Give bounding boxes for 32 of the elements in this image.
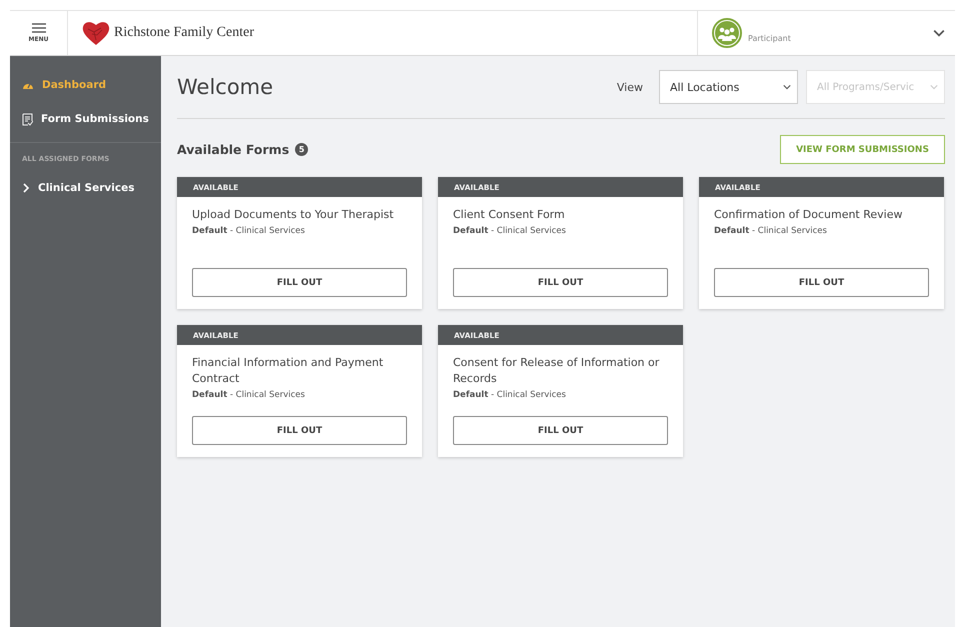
fill-out-button[interactable]: FILL OUT [453, 268, 668, 297]
form-title: Financial Information and Payment Contract [192, 355, 384, 387]
form-title: Confirmation of Document Review [714, 207, 904, 223]
chevron-right-icon [22, 183, 30, 193]
form-subtitle: Default - Clinical Services [453, 390, 567, 400]
chevron-down-icon [930, 83, 938, 91]
form-subtitle: Default - Clinical Services [453, 226, 567, 236]
fill-out-button[interactable]: FILL OUT [714, 268, 929, 297]
menu-icon [32, 23, 46, 33]
count-badge: 5 [295, 143, 308, 156]
form-subtitle: Default - Clinical Services [714, 226, 828, 236]
chevron-down-icon [933, 27, 945, 39]
form-title: Client Consent Form [453, 207, 566, 223]
form-subtitle: Default - Clinical Services [192, 390, 306, 400]
group-avatar-icon [712, 18, 742, 48]
sidebar-group[interactable]: Clinical Services [10, 171, 161, 205]
form-title: Consent for Release of Information or Records [453, 355, 660, 387]
fill-out-button[interactable]: FILL OUT [453, 416, 668, 445]
section-title: Available Forms [177, 142, 290, 157]
sidebar-item[interactable]: Form Submissions [10, 102, 161, 136]
form-title: Upload Documents to Your Therapist [192, 207, 395, 223]
fill-out-button[interactable]: FILL OUT [192, 268, 407, 297]
view-label: View [616, 80, 643, 94]
document-check-icon [22, 112, 33, 126]
form-subtitle: Default - Clinical Services [192, 226, 306, 236]
chevron-down-icon [783, 83, 791, 91]
fill-out-button[interactable]: FILL OUT [192, 416, 407, 445]
brand-name: Richstone Family Center [114, 25, 254, 41]
heart-logo-icon [82, 20, 110, 46]
sidebar-item[interactable]: Dashboard [10, 68, 161, 102]
page-title: Welcome [177, 75, 274, 99]
filter-dropdown[interactable]: All Locations [659, 70, 798, 104]
